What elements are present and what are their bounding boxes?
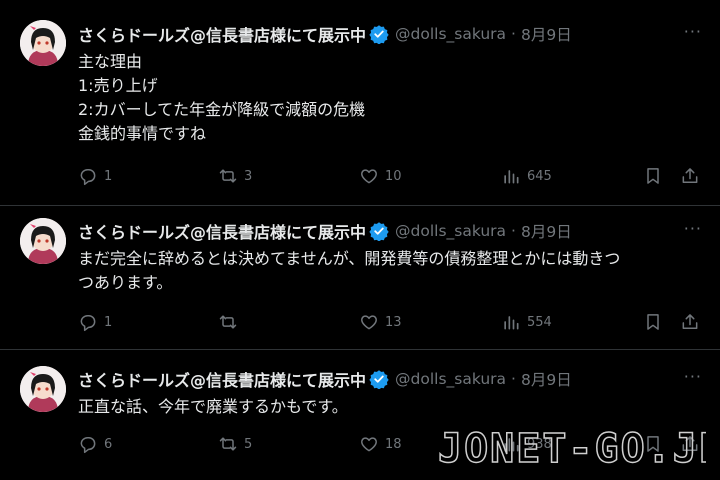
handle[interactable]: @dolls_sakura bbox=[395, 370, 506, 388]
views-icon bbox=[504, 170, 519, 184]
avatar[interactable] bbox=[20, 20, 66, 66]
share-button[interactable] bbox=[680, 434, 700, 454]
verified-badge-icon bbox=[369, 370, 389, 389]
share-icon bbox=[682, 168, 698, 183]
like-count: 13 bbox=[385, 314, 402, 330]
views-button[interactable]: 645 bbox=[501, 166, 552, 186]
views-icon bbox=[504, 316, 519, 330]
reply-button[interactable]: 1 bbox=[78, 312, 112, 332]
tweet-text-line: 金銭的事情ですね bbox=[78, 124, 207, 143]
like-icon bbox=[361, 315, 377, 330]
tweet-text-line: 正直な話、今年で廃業するかもです。 bbox=[78, 397, 348, 416]
separator-dot: · bbox=[511, 222, 516, 240]
bookmark-icon bbox=[647, 314, 659, 330]
tweet-text-line: まだ完全に辞めるとは決めてませんが、開発費等の債務整理とかには動きつ bbox=[78, 249, 621, 268]
repost-icon bbox=[219, 437, 237, 451]
like-button[interactable]: 13 bbox=[359, 312, 402, 332]
reply-count: 1 bbox=[104, 314, 113, 330]
reply-button[interactable]: 6 bbox=[78, 434, 112, 454]
bookmark-button[interactable] bbox=[643, 166, 663, 186]
bookmark-button[interactable] bbox=[643, 434, 663, 454]
tweet[interactable]: さくらドールズ@信長書店様にて展示中 @dolls_sakura · 8月9日 … bbox=[0, 206, 720, 349]
tweet-header: さくらドールズ@信長書店様にて展示中 @dolls_sakura · 8月9日 bbox=[78, 21, 572, 47]
display-name[interactable]: さくらドールズ@信長書店様にて展示中 bbox=[78, 22, 366, 46]
verified-badge-icon bbox=[369, 222, 389, 241]
like-button[interactable]: 18 bbox=[359, 434, 402, 454]
view-count: 554 bbox=[527, 314, 552, 330]
like-button[interactable]: 10 bbox=[359, 166, 402, 186]
reply-icon bbox=[80, 169, 96, 186]
tweet-text: 主な理由 1:売り上げ 2:カバーしてた年金が降級で減額の危機 金銭的事情ですね bbox=[78, 50, 708, 146]
tweet-text: 正直な話、今年で廃業するかもです。 bbox=[78, 395, 708, 419]
separator-dot: · bbox=[511, 25, 516, 43]
repost-button[interactable] bbox=[218, 312, 244, 332]
views-button[interactable]: 938 bbox=[501, 434, 552, 454]
timeline-feed: さくらドールズ@信長書店様にて展示中 @dolls_sakura · 8月9日 … bbox=[0, 0, 720, 480]
handle[interactable]: @dolls_sakura bbox=[395, 222, 506, 240]
more-options-icon[interactable]: ··· bbox=[684, 219, 702, 238]
share-icon bbox=[682, 314, 698, 329]
avatar[interactable] bbox=[20, 366, 66, 412]
repost-count: 3 bbox=[244, 168, 253, 184]
views-button[interactable]: 554 bbox=[501, 312, 552, 332]
reply-count: 6 bbox=[104, 436, 113, 452]
tweet-text-line: 2:カバーしてた年金が降級で減額の危機 bbox=[78, 100, 366, 119]
views-icon bbox=[504, 438, 519, 452]
avatar[interactable] bbox=[20, 218, 66, 264]
view-count: 938 bbox=[527, 436, 552, 452]
tweet-date[interactable]: 8月9日 bbox=[521, 23, 572, 45]
view-count: 645 bbox=[527, 168, 552, 184]
share-icon bbox=[682, 436, 698, 451]
tweet-text-line: 主な理由 bbox=[78, 52, 143, 71]
repost-count: 5 bbox=[244, 436, 253, 452]
display-name[interactable]: さくらドールズ@信長書店様にて展示中 bbox=[78, 367, 366, 391]
more-options-icon[interactable]: ··· bbox=[684, 367, 702, 386]
more-options-icon[interactable]: ··· bbox=[684, 22, 702, 41]
repost-button[interactable]: 5 bbox=[218, 434, 252, 454]
repost-icon bbox=[219, 169, 237, 183]
tweet-text: まだ完全に辞めるとは決めてませんが、開発費等の債務整理とかには動きつ つあります… bbox=[78, 247, 708, 295]
tweet-actions: 1 3 10 645 bbox=[0, 166, 720, 190]
tweet[interactable]: さくらドールズ@信長書店様にて展示中 @dolls_sakura · 8月9日 … bbox=[0, 0, 720, 204]
reply-count: 1 bbox=[104, 168, 113, 184]
tweet-header: さくらドールズ@信長書店様にて展示中 @dolls_sakura · 8月9日 bbox=[78, 218, 572, 244]
avatar-image bbox=[20, 20, 66, 66]
verified-badge-icon bbox=[369, 25, 389, 44]
tweet-text-line: つあります。 bbox=[78, 273, 173, 292]
tweet[interactable]: さくらドールズ@信長書店様にて展示中 @dolls_sakura · 8月9日 … bbox=[0, 350, 720, 480]
tweet-actions: 1 13 554 bbox=[0, 312, 720, 336]
like-count: 10 bbox=[385, 168, 402, 184]
bookmark-button[interactable] bbox=[643, 312, 663, 332]
handle[interactable]: @dolls_sakura bbox=[395, 25, 506, 43]
reply-button[interactable]: 1 bbox=[78, 166, 112, 186]
separator-dot: · bbox=[511, 370, 516, 388]
share-button[interactable] bbox=[680, 312, 700, 332]
like-icon bbox=[361, 437, 377, 452]
tweet-date[interactable]: 8月9日 bbox=[521, 220, 572, 242]
tweet-header: さくらドールズ@信長書店様にて展示中 @dolls_sakura · 8月9日 bbox=[78, 366, 572, 392]
display-name[interactable]: さくらドールズ@信長書店様にて展示中 bbox=[78, 219, 366, 243]
repost-button[interactable]: 3 bbox=[218, 166, 252, 186]
repost-icon bbox=[219, 315, 237, 329]
share-button[interactable] bbox=[680, 166, 700, 186]
reply-icon bbox=[80, 437, 96, 454]
avatar-image bbox=[20, 366, 66, 412]
like-icon bbox=[361, 169, 377, 184]
tweet-text-line: 1:売り上げ bbox=[78, 76, 158, 95]
avatar-image bbox=[20, 218, 66, 264]
like-count: 18 bbox=[385, 436, 402, 452]
tweet-actions: 6 5 18 938 bbox=[0, 434, 720, 458]
tweet-date[interactable]: 8月9日 bbox=[521, 368, 572, 390]
reply-icon bbox=[80, 315, 96, 332]
bookmark-icon bbox=[647, 168, 659, 184]
bookmark-icon bbox=[647, 436, 659, 452]
